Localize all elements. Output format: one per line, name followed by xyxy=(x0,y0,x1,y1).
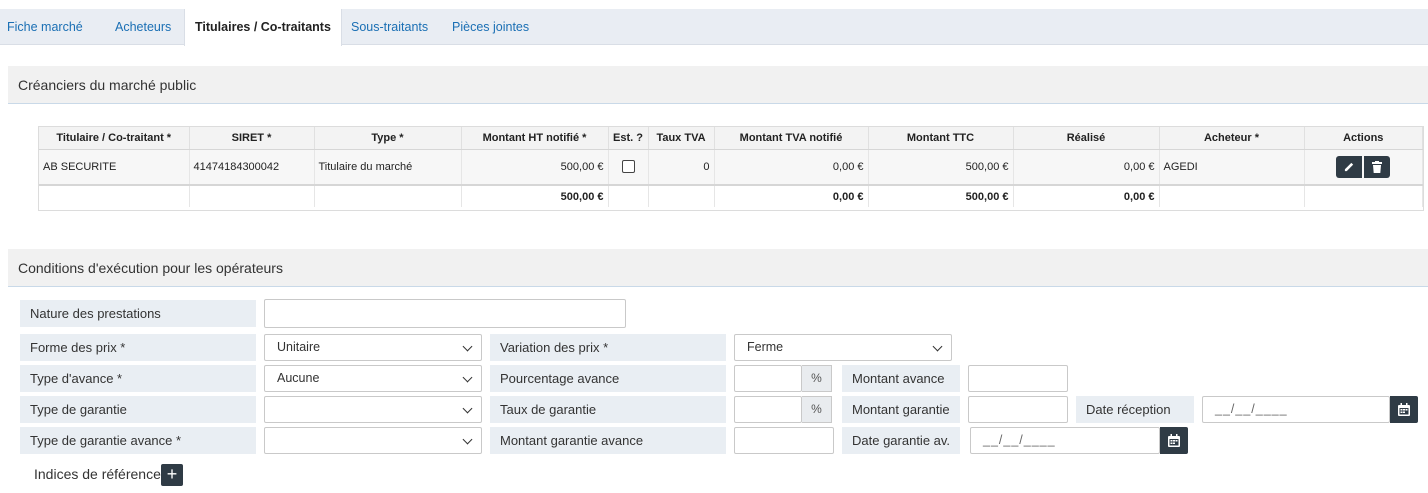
col-montant-tva: Montant TVA notifié xyxy=(714,127,869,150)
montant-avance-input[interactable] xyxy=(968,365,1068,392)
trash-icon xyxy=(1372,160,1383,173)
cell-titulaire: AB SECURITE xyxy=(39,149,190,185)
date-reception-button[interactable] xyxy=(1390,396,1418,423)
est-checkbox[interactable] xyxy=(621,160,635,174)
calendar-icon xyxy=(1168,434,1180,447)
delete-button[interactable] xyxy=(1364,155,1391,178)
date-reception-label: Date réception xyxy=(1076,396,1194,423)
forme-prix-select[interactable]: Unitaire xyxy=(264,334,482,361)
cell-est xyxy=(608,149,649,185)
total-montant-ht: 500,00 € xyxy=(461,184,609,207)
variation-prix-label: Variation des prix * xyxy=(490,334,726,361)
col-type: Type * xyxy=(314,127,462,150)
col-est: Est. ? xyxy=(608,127,649,150)
nature-label: Nature des prestations xyxy=(20,300,256,327)
type-garantie-select[interactable] xyxy=(264,396,482,423)
pourcentage-avance-label: Pourcentage avance xyxy=(490,365,726,392)
tab-bar: Fiche marché Acheteurs Titulaires / Co-t… xyxy=(0,9,1428,46)
date-reception-input[interactable]: __/__/____ xyxy=(1202,396,1390,423)
cell-montant-ttc: 500,00 € xyxy=(868,149,1014,185)
type-avance-select[interactable]: Aucune xyxy=(264,365,482,392)
taux-garantie-label: Taux de garantie xyxy=(490,396,726,423)
total-montant-tva: 0,00 € xyxy=(714,184,869,207)
cell-acheteur: AGEDI xyxy=(1159,149,1305,185)
montant-garantie-input[interactable] xyxy=(968,396,1068,423)
table-header-row: Titulaire / Co-traitant * SIRET * Type *… xyxy=(39,127,1423,150)
conditions-title: Conditions d'exécution pour les opérateu… xyxy=(18,260,283,276)
creanciers-title: Créanciers du marché public xyxy=(18,77,197,93)
tab-sous-traitants[interactable]: Sous-traitants xyxy=(351,9,428,45)
date-garantie-input[interactable]: __/__/____ xyxy=(970,427,1160,454)
cell-montant-ht: 500,00 € xyxy=(461,149,609,185)
montant-avance-label: Montant avance xyxy=(842,365,960,392)
cell-type: Titulaire du marché xyxy=(314,149,462,185)
col-titulaire: Titulaire / Co-traitant * xyxy=(39,127,190,150)
nature-input[interactable] xyxy=(264,299,626,328)
variation-prix-select[interactable]: Ferme xyxy=(734,334,952,361)
col-taux-tva: Taux TVA xyxy=(648,127,715,150)
tab-acheteurs[interactable]: Acheteurs xyxy=(115,9,171,45)
total-montant-ttc: 500,00 € xyxy=(868,184,1014,207)
cell-actions xyxy=(1304,149,1423,185)
montant-garantie-label: Montant garantie xyxy=(842,396,960,423)
conditions-panel-header: Conditions d'exécution pour les opérateu… xyxy=(8,249,1428,287)
tab-pieces-jointes[interactable]: Pièces jointes xyxy=(452,9,529,45)
date-garantie-button[interactable] xyxy=(1160,427,1188,454)
cell-siret: 41474184300042 xyxy=(189,149,315,185)
percent-unit: % xyxy=(802,396,832,423)
cell-taux-tva: 0 xyxy=(648,149,715,185)
creanciers-table: Titulaire / Co-traitant * SIRET * Type *… xyxy=(38,126,1424,211)
edit-button[interactable] xyxy=(1336,155,1363,178)
pourcentage-avance-input[interactable] xyxy=(734,365,802,392)
table-total-row: 500,00 € 0,00 € 500,00 € 0,00 € xyxy=(39,184,1423,207)
taux-garantie-input[interactable] xyxy=(734,396,802,423)
indices-label: Indices de référence xyxy=(34,466,161,482)
montant-garantie-avance-input[interactable] xyxy=(734,427,834,454)
creanciers-panel-header: Créanciers du marché public xyxy=(8,66,1428,104)
type-garantie-avance-label: Type de garantie avance * xyxy=(20,427,256,454)
date-garantie-label: Date garantie av. xyxy=(842,427,960,454)
table-row: AB SECURITE 41474184300042 Titulaire du … xyxy=(39,149,1423,185)
forme-prix-label: Forme des prix * xyxy=(20,334,256,361)
cell-realise: 0,00 € xyxy=(1013,149,1160,185)
cell-montant-tva: 0,00 € xyxy=(714,149,869,185)
pencil-icon xyxy=(1344,163,1353,172)
col-actions: Actions xyxy=(1304,127,1423,150)
type-garantie-label: Type de garantie xyxy=(20,396,256,423)
montant-garantie-avance-label: Montant garantie avance xyxy=(490,427,726,454)
type-garantie-avance-select[interactable] xyxy=(264,427,482,454)
total-realise: 0,00 € xyxy=(1013,184,1160,207)
col-montant-ht: Montant HT notifié * xyxy=(461,127,609,150)
tab-titulaires[interactable]: Titulaires / Co-traitants xyxy=(184,9,342,46)
type-avance-label: Type d'avance * xyxy=(20,365,256,392)
percent-unit: % xyxy=(802,365,832,392)
col-montant-ttc: Montant TTC xyxy=(868,127,1014,150)
calendar-icon xyxy=(1398,403,1410,416)
col-siret: SIRET * xyxy=(189,127,315,150)
col-realise: Réalisé xyxy=(1013,127,1160,150)
add-indice-button[interactable]: + xyxy=(161,464,183,486)
col-acheteur: Acheteur * xyxy=(1159,127,1305,150)
tab-fiche-marche[interactable]: Fiche marché xyxy=(7,9,83,45)
